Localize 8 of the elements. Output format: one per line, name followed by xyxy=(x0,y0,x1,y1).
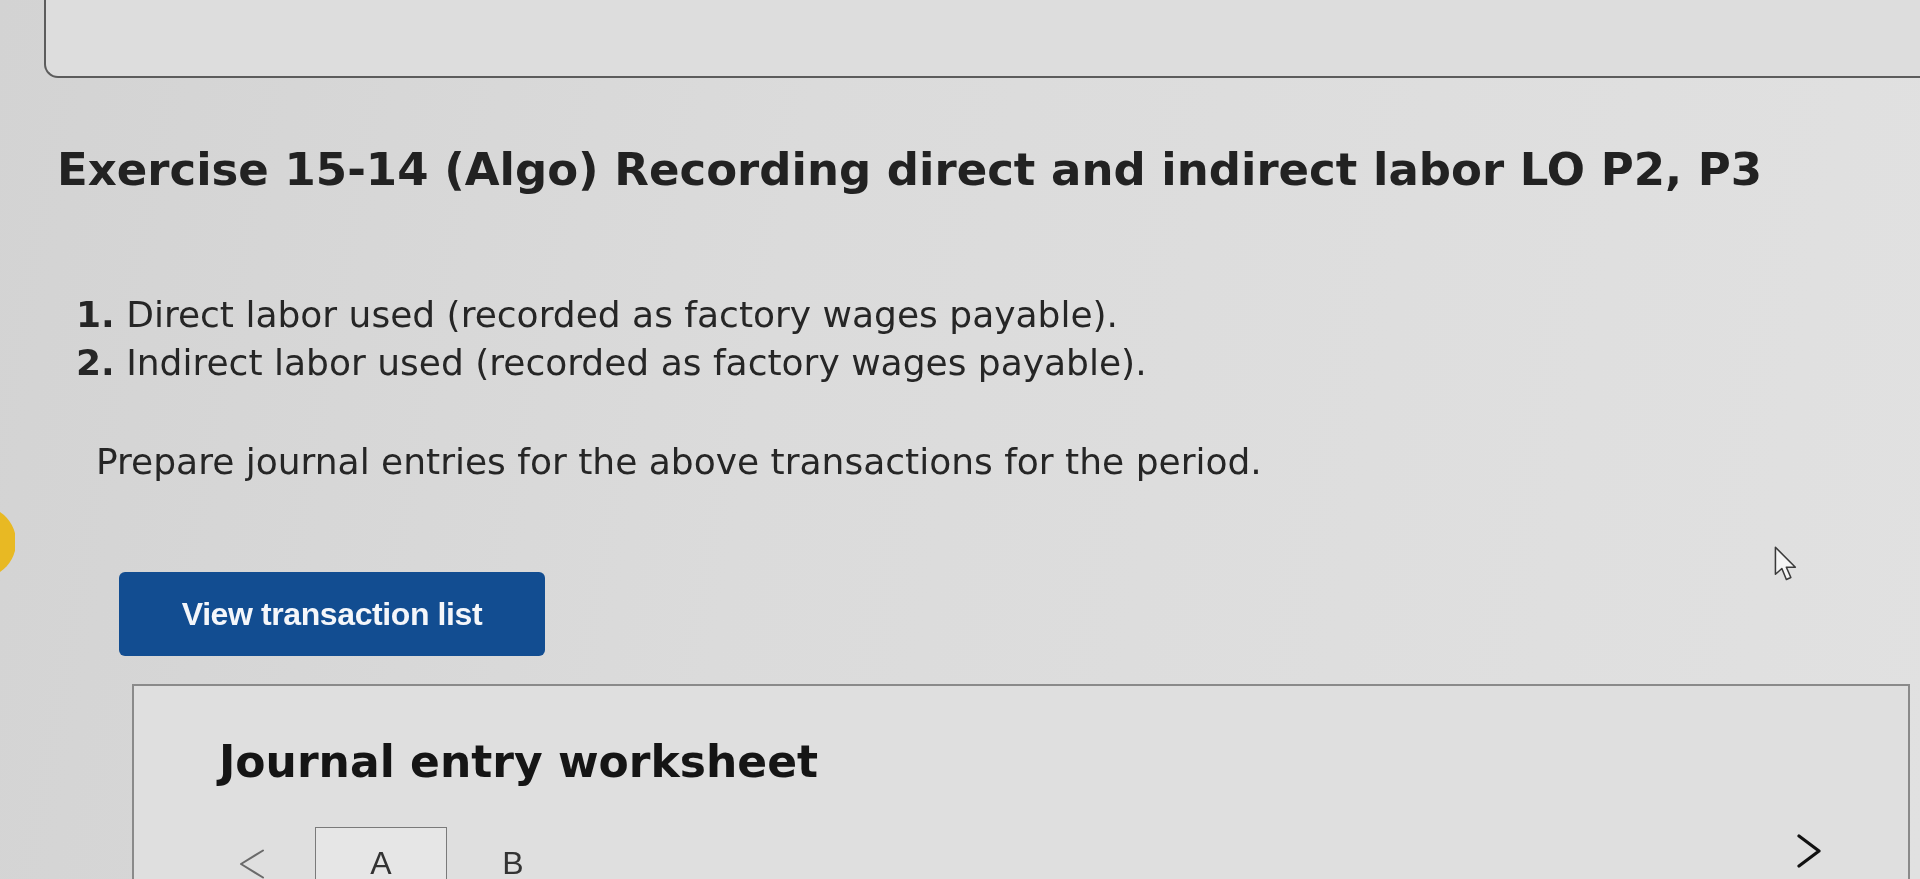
worksheet-tab[interactable]: B xyxy=(447,827,579,879)
instruction-text: Prepare journal entries for the above transactions for the period. xyxy=(96,440,1263,484)
chevron-right-icon[interactable] xyxy=(1797,834,1821,868)
view-transaction-list-button[interactable]: View transaction list xyxy=(119,572,545,656)
worksheet-tab[interactable]: A xyxy=(315,827,447,879)
transaction-item: 2. Indirect labor used (recorded as factory wages payable). xyxy=(76,341,1148,385)
transaction-item: 1. Direct labor used (recorded as factory wages payable). xyxy=(76,293,1120,337)
exercise-title: Exercise 15-14 (Algo) Recording direct and indirect labor LO P2, P3 xyxy=(57,142,1764,198)
